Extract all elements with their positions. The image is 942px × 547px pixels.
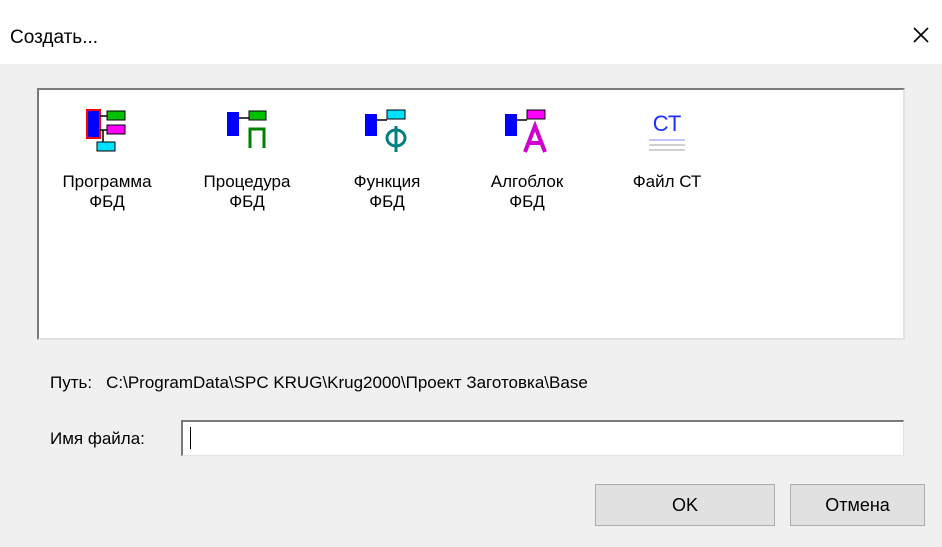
template-list[interactable]: Программа ФБД Процедура ФБД Функция ФБД …	[37, 88, 905, 340]
fbd-procedure-icon	[187, 102, 307, 162]
close-icon[interactable]	[908, 22, 934, 48]
path-row: Путь: C:\ProgramData\SPC KRUG\Krug2000\Пр…	[50, 373, 588, 393]
item-label: Файл СТ	[632, 172, 702, 191]
path-label: Путь:	[50, 373, 93, 392]
item-label: Процедура ФБД	[203, 172, 291, 211]
fbd-algoblock-icon	[467, 102, 587, 162]
fbd-program-icon	[47, 102, 167, 162]
fbd-function-icon	[327, 102, 447, 162]
item-label: Функция ФБД	[353, 172, 421, 211]
ok-button[interactable]: OK	[595, 484, 775, 526]
item-label: Программа ФБД	[62, 172, 152, 211]
st-file-icon: СТ	[607, 102, 727, 162]
text-caret	[190, 427, 191, 449]
filename-label: Имя файла:	[50, 429, 145, 448]
cancel-button[interactable]: Отмена	[790, 484, 925, 526]
item-st-file[interactable]: СТ Файл СТ	[607, 102, 727, 192]
item-fbd-algoblock[interactable]: Алгоблок ФБД	[467, 102, 587, 212]
filename-input[interactable]	[181, 420, 904, 456]
st-file-icon-text: СТ	[653, 111, 682, 136]
item-fbd-function[interactable]: Функция ФБД	[327, 102, 447, 212]
title-bar: Создать...	[0, 0, 942, 64]
item-fbd-program[interactable]: Программа ФБД	[47, 102, 167, 212]
path-value: C:\ProgramData\SPC KRUG\Krug2000\Проект …	[106, 373, 588, 392]
dialog-title: Создать...	[10, 27, 99, 48]
item-fbd-procedure[interactable]: Процедура ФБД	[187, 102, 307, 212]
item-label: Алгоблок ФБД	[490, 172, 564, 211]
